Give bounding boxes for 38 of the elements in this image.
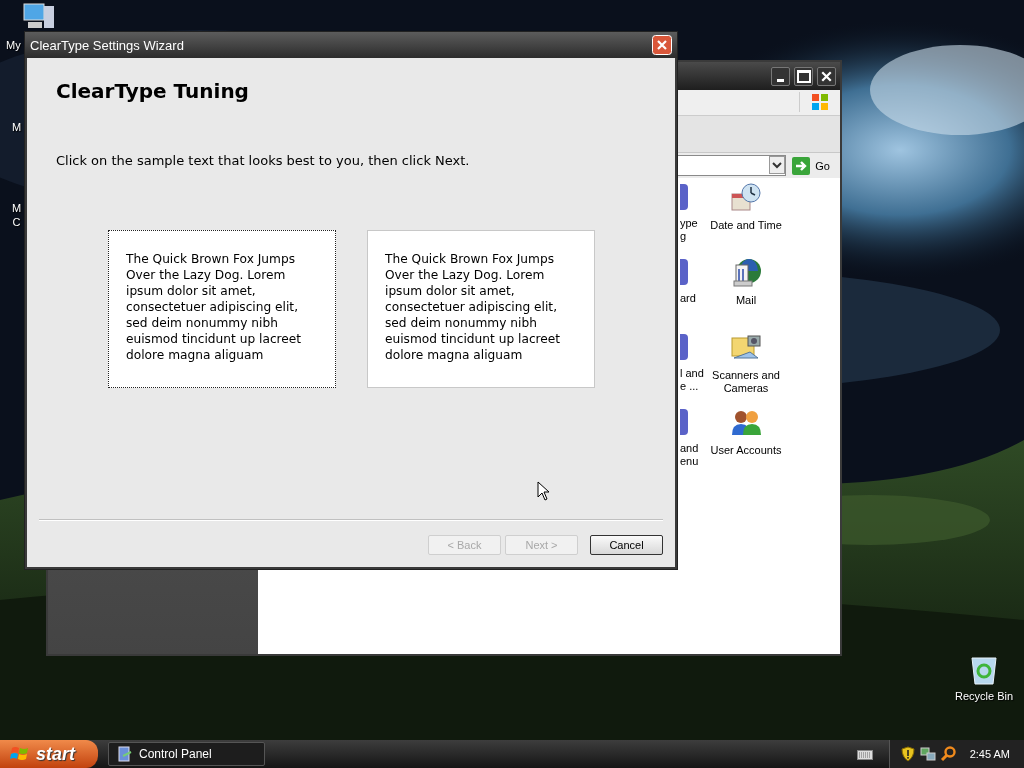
item-label[interactable]: ype g [680,217,698,243]
mouse-pointer-icon [537,481,550,501]
sample-text-option[interactable]: The Quick Brown Fox Jumps Over the Lazy Dog. Lorem ipsum dolor sit amet, consectetuer adipiscing elit, sed deim nonummy nibh euismod tincidunt up lacreet dolore magna aliguam [108,230,336,388]
mail-globe-icon[interactable] [730,257,762,289]
minimize-icon[interactable] [771,66,790,86]
clock-text: 2:45 AM [969,748,1010,760]
shield-icon[interactable] [899,746,916,762]
recycle-bin-icon[interactable] [969,654,999,686]
taskbar-button[interactable]: Control Panel [108,742,265,766]
desktop-icon-label[interactable]: M [12,120,22,134]
item-label[interactable]: l and e ... [680,367,704,393]
partial-icon[interactable] [680,334,688,360]
window-title: ClearType Settings Wizard [30,37,185,53]
sample-text-option[interactable]: The Quick Brown Fox Jumps Over the Lazy Dog. Lorem ipsum dolor sit amet, consectetuer adipiscing elit, sed deim nonummy nibh euismod tincidunt up lacreet dolore magna aliguam [367,230,595,388]
clock-calendar-icon[interactable] [730,182,762,214]
item-label[interactable]: User Accounts [710,444,782,457]
network-icon[interactable] [919,746,936,762]
go-button[interactable]: Go [792,156,830,175]
maximize-icon[interactable] [794,66,813,86]
partial-icon[interactable] [680,259,688,285]
desktop-icon-label[interactable]: Recycle Bin [954,689,1014,703]
partial-icon[interactable] [680,409,688,435]
search-icon[interactable] [939,746,956,762]
desktop-icon-label[interactable]: M C [12,201,22,229]
partial-icon[interactable] [680,184,688,210]
desktop-icon-label[interactable]: My [6,38,21,52]
item-label[interactable]: Mail [735,294,757,307]
wizard-button[interactable]: Cancel [590,535,663,555]
item-label[interactable]: Scanners and Cameras [712,369,780,395]
keyboard-icon[interactable] [856,748,873,760]
item-label[interactable]: ard [680,292,696,305]
heading: ClearType Tuning [56,79,249,103]
start-button[interactable]: start [0,740,98,768]
dropdown-icon[interactable] [769,156,786,174]
item-label[interactable]: and enu [680,442,699,468]
close-icon[interactable] [817,66,836,86]
instruction-text: Click on the sample text that looks best to you, then click Next. [56,153,470,168]
item-label[interactable]: Date and Time [710,219,782,232]
